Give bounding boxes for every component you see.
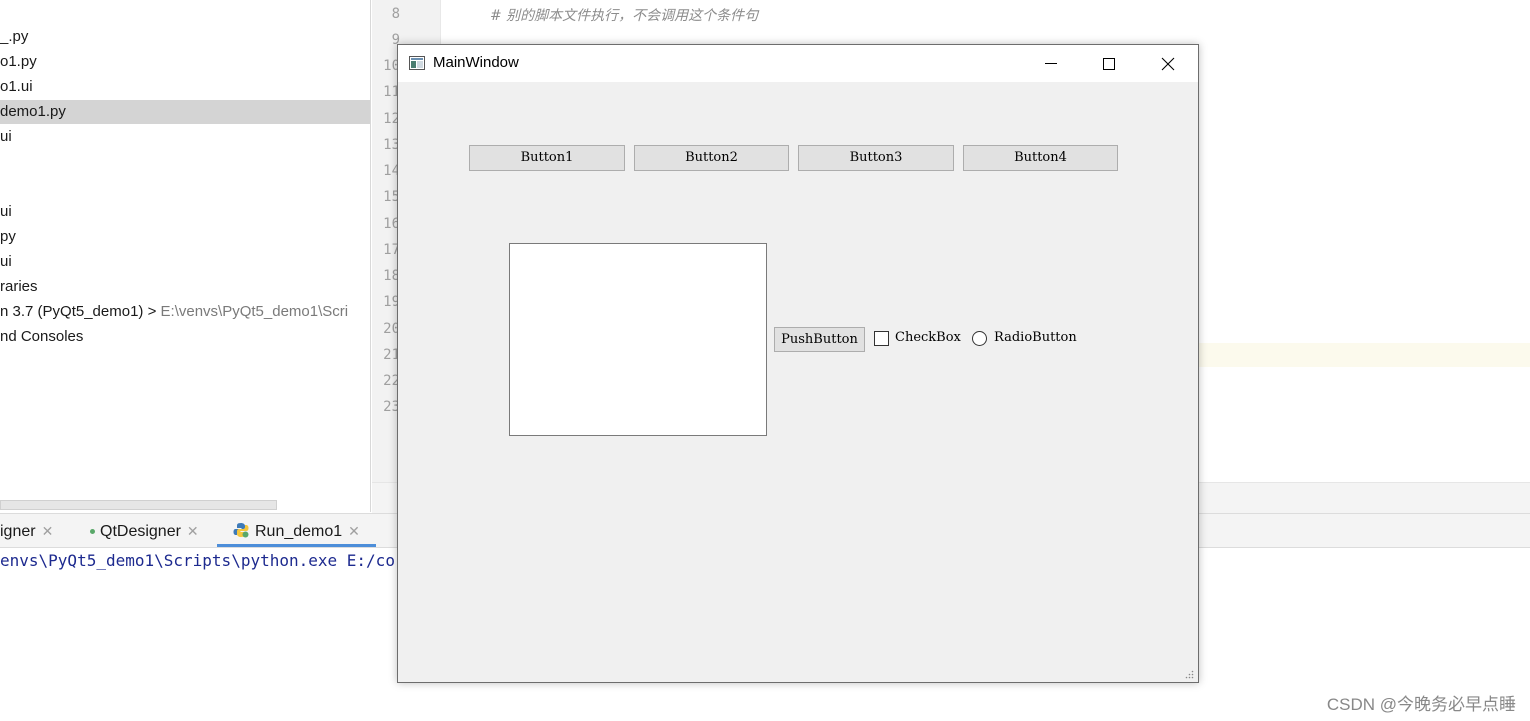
minimize-button[interactable] bbox=[1022, 45, 1080, 82]
tree-item[interactable]: nd Consoles bbox=[0, 325, 370, 349]
window-title: MainWindow bbox=[433, 54, 519, 71]
minimize-icon bbox=[1045, 63, 1057, 64]
horizontal-scrollbar[interactable] bbox=[0, 500, 277, 510]
tree-item-label: _.py bbox=[0, 28, 29, 45]
tree-item-label: py bbox=[0, 228, 16, 245]
tab-designer[interactable]: igner ✕ bbox=[0, 514, 53, 547]
tab-run-demo1[interactable]: Run_demo1 ✕ bbox=[217, 514, 376, 547]
console-line: envs\PyQt5_demo1\Scripts\python.exe E:/c… bbox=[0, 551, 395, 570]
checkbox[interactable] bbox=[874, 331, 889, 346]
checkbox-label[interactable]: CheckBox bbox=[895, 330, 961, 345]
code-comment: # 别的脚本文件执行，不会调用这个条件句 bbox=[490, 8, 759, 24]
radio-button[interactable] bbox=[972, 331, 987, 346]
tree-item-label: o1.py bbox=[0, 53, 37, 70]
text-edit[interactable] bbox=[509, 243, 767, 436]
tree-item-label: ui bbox=[0, 128, 12, 145]
close-window-button[interactable] bbox=[1139, 45, 1197, 82]
line-number: 8 bbox=[391, 6, 400, 22]
button-4[interactable]: Button4 bbox=[963, 145, 1118, 171]
button-2[interactable]: Button2 bbox=[634, 145, 789, 171]
status-dot-icon bbox=[90, 529, 95, 535]
app-window-icon bbox=[409, 56, 425, 70]
push-button[interactable]: PushButton bbox=[774, 327, 865, 352]
python-icon bbox=[233, 523, 249, 538]
window-titlebar[interactable]: MainWindow bbox=[398, 45, 1198, 82]
tree-item[interactable]: o1.ui bbox=[0, 75, 370, 99]
tree-item[interactable]: _.py bbox=[0, 25, 370, 49]
tab-qtdesigner[interactable]: QtDesigner ✕ bbox=[90, 514, 199, 547]
tree-item[interactable]: ui bbox=[0, 250, 370, 274]
tree-item[interactable]: ui bbox=[0, 125, 370, 149]
project-tree-panel: _.py o1.py o1.ui demo1.py ui ui py ui ra… bbox=[0, 0, 371, 512]
close-icon bbox=[1161, 57, 1175, 71]
size-grip-icon[interactable] bbox=[1184, 669, 1194, 679]
tab-label: QtDesigner bbox=[100, 523, 181, 540]
tree-item-label: ui bbox=[0, 203, 12, 220]
maximize-icon bbox=[1103, 58, 1115, 70]
tree-item[interactable]: raries bbox=[0, 275, 370, 299]
watermark: CSDN @今晚务必早点睡 bbox=[1326, 695, 1516, 714]
tree-item-label: n 3.7 (PyQt5_demo1) > bbox=[0, 303, 157, 320]
tree-item-label: raries bbox=[0, 278, 38, 295]
tree-item[interactable]: ui bbox=[0, 200, 370, 224]
main-window: MainWindow Button1 Button2 Button3 Butto… bbox=[397, 44, 1199, 683]
tree-item-label: nd Consoles bbox=[0, 328, 84, 345]
close-icon[interactable]: ✕ bbox=[42, 523, 54, 539]
tree-item[interactable]: o1.py bbox=[0, 50, 370, 74]
tab-label: Run_demo1 bbox=[255, 523, 343, 540]
radio-button-label[interactable]: RadioButton bbox=[994, 330, 1077, 345]
maximize-button[interactable] bbox=[1080, 45, 1138, 82]
close-icon[interactable]: ✕ bbox=[348, 523, 360, 539]
button-1[interactable]: Button1 bbox=[469, 145, 625, 171]
tree-item-interpreter[interactable]: n 3.7 (PyQt5_demo1) > E:\venvs\PyQt5_dem… bbox=[0, 300, 370, 324]
tree-item-label: o1.ui bbox=[0, 78, 33, 95]
tree-item[interactable]: py bbox=[0, 225, 370, 249]
close-icon[interactable]: ✕ bbox=[187, 523, 199, 539]
button-3[interactable]: Button3 bbox=[798, 145, 954, 171]
tree-item-label: ui bbox=[0, 253, 12, 270]
tab-label: igner bbox=[0, 523, 36, 540]
tree-item-selected[interactable]: demo1.py bbox=[0, 100, 370, 124]
tree-item-path: E:\venvs\PyQt5_demo1\Scri bbox=[160, 303, 349, 320]
tree-item-label: demo1.py bbox=[0, 103, 66, 120]
